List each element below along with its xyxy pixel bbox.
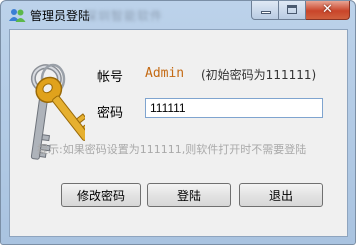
initial-password-hint: (初始密码为111111) [201,68,317,82]
login-tip: 提示:如果密码设置为111111,则软件打开时不需要登陆 [37,143,307,156]
login-button[interactable]: 登陆 [147,183,231,207]
blurred-title-text: 深圳智能软件 [85,9,164,23]
minimize-icon [261,11,271,14]
users-icon [9,9,26,22]
account-label: 帐号 [97,70,124,85]
window-title: 管理员登陆 [30,9,91,23]
login-window: 管理员登陆 深圳智能软件 ✕ 帐号 Admin (初始密码为111111) 密码… [0,0,356,245]
maximize-button[interactable] [279,1,306,20]
username-value: Admin [145,66,185,81]
minimize-button[interactable] [251,1,279,20]
login-panel: 帐号 Admin (初始密码为111111) 密码 提示:如果密码设置为1111… [9,29,348,237]
caption-buttons: ✕ [251,1,350,20]
close-button[interactable]: ✕ [306,1,350,20]
close-icon: ✕ [322,2,333,17]
title-bar[interactable]: 管理员登陆 深圳智能软件 ✕ [1,1,355,29]
maximize-icon [287,5,297,14]
change-password-button[interactable]: 修改密码 [61,183,141,207]
exit-button[interactable]: 退出 [239,183,323,207]
password-input[interactable] [145,98,323,118]
password-label: 密码 [97,106,124,121]
